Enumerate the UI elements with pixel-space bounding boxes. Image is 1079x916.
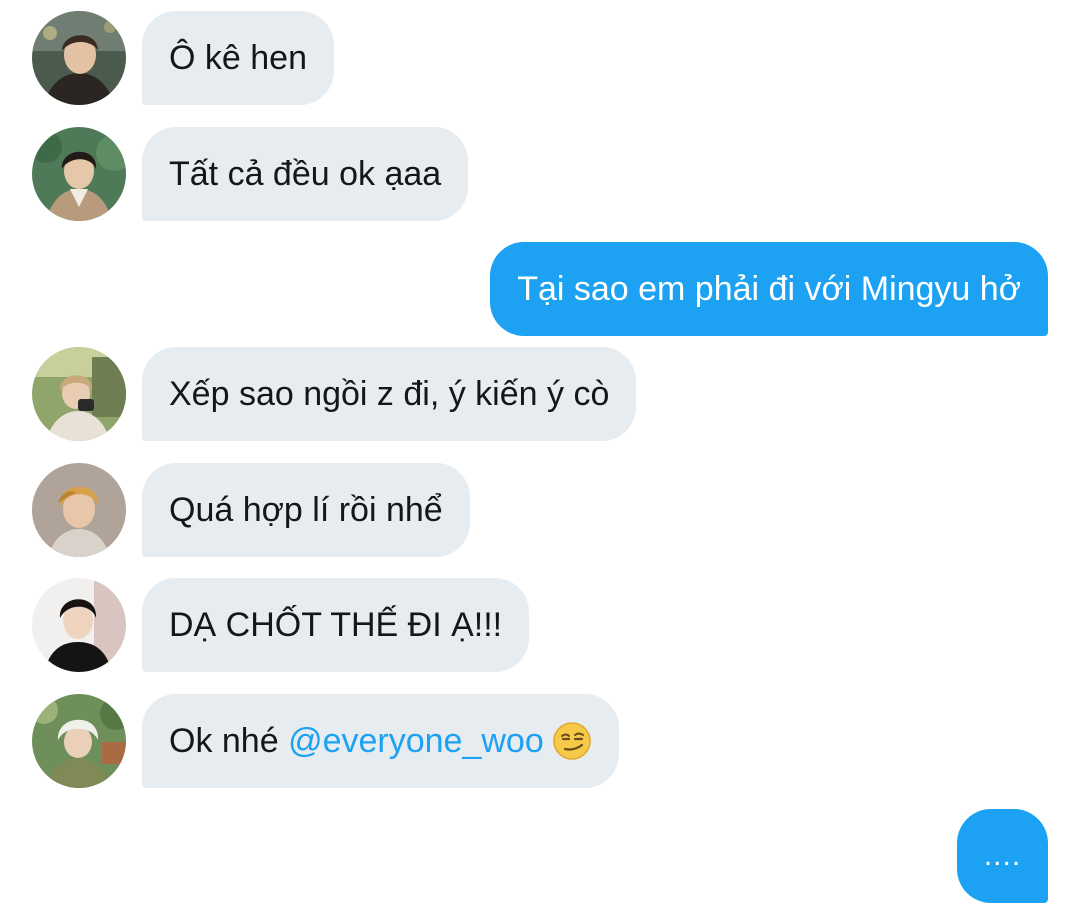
- avatar[interactable]: [32, 463, 126, 557]
- message-row: Tại sao em phải đi với Mingyu hở: [0, 242, 1079, 336]
- incoming-message-bubble[interactable]: Tất cả đều ok ạaa: [142, 127, 469, 221]
- avatar[interactable]: [32, 11, 126, 105]
- incoming-message-bubble[interactable]: Ok nhé @everyone_woo: [142, 694, 619, 788]
- message-row: Ok nhé @everyone_woo: [0, 694, 1079, 788]
- message-row: Xếp sao ngồi z đi, ý kiến ý cò: [0, 347, 1079, 441]
- avatar[interactable]: [32, 127, 126, 221]
- message-row: Quá hợp lí rồi nhể: [0, 463, 1079, 557]
- mention-link[interactable]: @everyone_woo: [288, 722, 544, 760]
- avatar[interactable]: [32, 694, 126, 788]
- incoming-message-bubble[interactable]: DẠ CHỐT THẾ ĐI Ạ!!!: [142, 578, 530, 672]
- smirking-face-emoji: [552, 721, 592, 761]
- typing-indicator: ....: [957, 809, 1048, 903]
- message-row: DẠ CHỐT THẾ ĐI Ạ!!!: [0, 578, 1079, 672]
- outgoing-message-bubble[interactable]: Tại sao em phải đi với Mingyu hở: [490, 242, 1048, 336]
- incoming-message-bubble[interactable]: Xếp sao ngồi z đi, ý kiến ý cò: [142, 347, 637, 441]
- message-row: Ô kê hen: [0, 11, 1079, 105]
- avatar[interactable]: [32, 347, 126, 441]
- incoming-message-bubble[interactable]: Quá hợp lí rồi nhể: [142, 463, 470, 557]
- message-row: Tất cả đều ok ạaa: [0, 127, 1079, 221]
- avatar[interactable]: [32, 578, 126, 672]
- incoming-message-bubble[interactable]: Ô kê hen: [142, 11, 334, 105]
- message-text: Ok nhé: [169, 722, 289, 760]
